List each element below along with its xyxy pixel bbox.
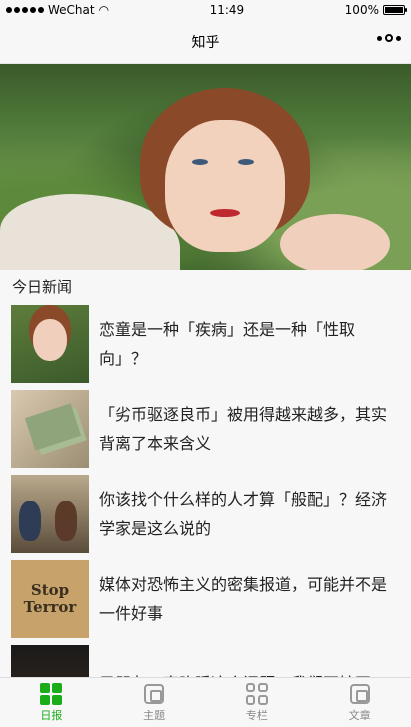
thumb-text: Stop: [30, 580, 70, 599]
chip-icon: [349, 683, 370, 704]
news-item[interactable]: Stop Terror 媒体对恐怖主义的密集报道，可能并不是一件好事: [0, 556, 411, 641]
more-dot-icon: [377, 35, 382, 41]
news-list: 恋童是一种「疾病」还是一种「性取向」？ 「劣币驱逐良币」被用得越来越多，其实背离…: [0, 301, 411, 726]
tab-label: 主题: [143, 708, 166, 722]
tab-articles[interactable]: 文章: [308, 678, 411, 727]
stop-terror-sign: Stop Terror: [23, 580, 77, 616]
hero-eye: [192, 159, 208, 165]
news-item[interactable]: 「劣币驱逐良币」被用得越来越多，其实背离了本来含义: [0, 386, 411, 471]
news-thumbnail: [11, 474, 89, 553]
news-title: 「劣币驱逐良币」被用得越来越多，其实背离了本来含义: [99, 404, 388, 453]
more-menu-button[interactable]: [377, 34, 401, 42]
status-bar: WeChat ◠ 11:49 100%: [0, 0, 411, 20]
news-title: 你该找个什么样的人才算「般配」？经济学家是这么说的: [99, 489, 388, 538]
battery-percent: 100%: [344, 3, 379, 17]
thumb-text: Terror: [23, 597, 77, 616]
news-title: 恋童是一种「疾病」还是一种「性取向」？: [99, 319, 356, 368]
news-item[interactable]: 你该找个什么样的人才算「般配」？经济学家是这么说的: [0, 471, 411, 556]
tab-label: 文章: [348, 708, 371, 722]
nav-bar: 知乎: [0, 20, 411, 64]
wifi-icon: ◠: [98, 3, 110, 17]
hero-banner-image[interactable]: [0, 64, 411, 270]
grid-icon: [40, 682, 63, 705]
hero-arm: [280, 214, 390, 270]
tab-label: 专栏: [245, 708, 268, 722]
squares-icon: [245, 682, 268, 705]
carrier-label: WeChat: [48, 3, 95, 17]
page-title: 知乎: [191, 34, 220, 51]
tab-bar: 日报 主题 专栏 文章: [0, 677, 411, 727]
news-thumbnail: [11, 304, 89, 383]
status-left: WeChat ◠: [6, 3, 109, 17]
tab-columns[interactable]: 专栏: [206, 678, 309, 727]
signal-dots-icon: [6, 7, 44, 13]
hero-face: [165, 120, 285, 252]
tab-label: 日报: [40, 708, 63, 722]
chip-icon: [144, 683, 165, 704]
more-circle-icon: [385, 34, 393, 42]
battery-icon: [382, 5, 407, 15]
status-time: 11:49: [209, 3, 245, 17]
news-item[interactable]: 恋童是一种「疾病」还是一种「性取向」？: [0, 301, 411, 386]
more-dot-icon: [396, 35, 401, 41]
section-title: 今日新闻: [0, 270, 411, 301]
hero-mouth: [210, 209, 240, 217]
tab-daily[interactable]: 日报: [0, 678, 103, 727]
news-thumbnail: Stop Terror: [11, 559, 89, 638]
tab-themes[interactable]: 主题: [103, 678, 206, 727]
hero-eye: [238, 159, 254, 165]
news-thumbnail: [11, 389, 89, 468]
status-right: 100%: [344, 3, 407, 17]
news-title: 媒体对恐怖主义的密集报道，可能并不是一件好事: [99, 574, 388, 623]
